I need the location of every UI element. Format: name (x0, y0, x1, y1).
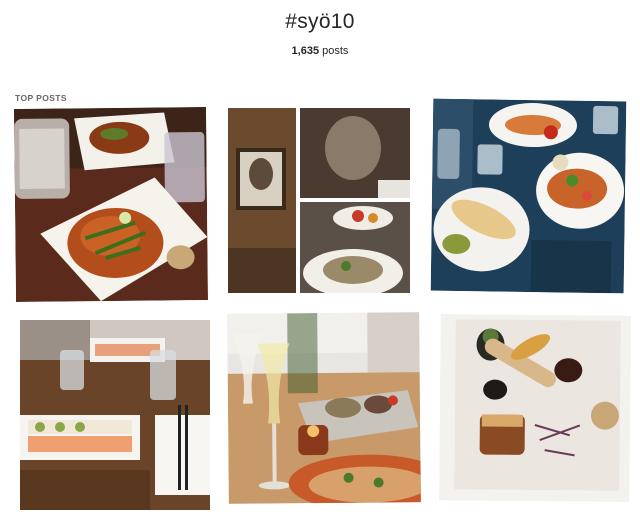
post-count-word: posts (322, 45, 349, 57)
sushi-photo (20, 320, 210, 510)
tacos-photo (430, 98, 627, 294)
hashtag-title: #syö10 (285, 10, 355, 33)
top-post-thumbnail-4[interactable] (20, 320, 210, 510)
wine-dinner-photo (227, 312, 421, 504)
top-post-thumbnail-2[interactable] (228, 108, 410, 293)
top-post-thumbnail-5[interactable] (227, 312, 421, 504)
post-count-number: 1,635 (291, 45, 320, 57)
plated-dish-photo (439, 314, 631, 502)
collage-photo (228, 108, 410, 293)
top-post-thumbnail-6[interactable] (439, 314, 631, 502)
pad-thai-photo (13, 107, 209, 302)
top-post-thumbnail-3[interactable] (430, 98, 627, 294)
top-posts-heading: TOP POSTS (15, 93, 67, 103)
post-count: 1,635 posts (0, 45, 640, 57)
top-post-thumbnail-1[interactable] (13, 107, 209, 302)
